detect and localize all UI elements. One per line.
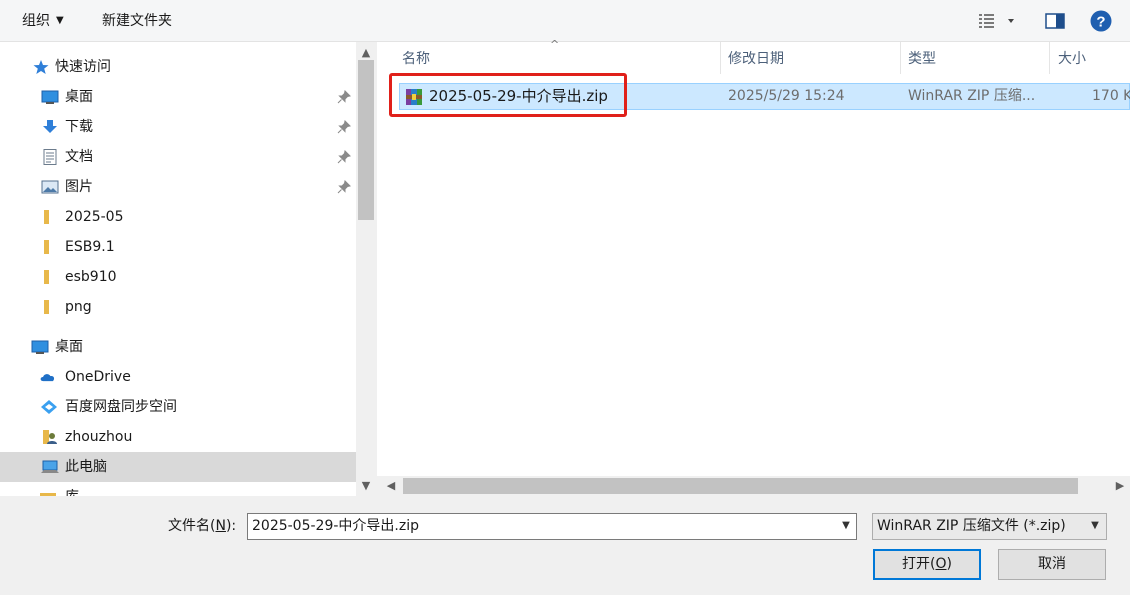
folder-icon: [44, 300, 49, 314]
nav-item-onedrive[interactable]: OneDrive: [0, 362, 356, 392]
pin-icon[interactable]: [337, 180, 351, 194]
cloud-icon: [40, 374, 55, 382]
nav-item-label: png: [65, 299, 92, 315]
desktop-icon: [41, 90, 59, 104]
nav-item-label: esb910: [65, 269, 117, 285]
nav-item-label: 桌面: [55, 339, 83, 355]
new-folder-button[interactable]: 新建文件夹: [102, 0, 172, 42]
folder-icon: [44, 240, 49, 254]
nav-item-downloads[interactable]: 下载: [0, 112, 356, 142]
scroll-right-icon[interactable]: ▶: [1110, 477, 1130, 495]
filename-label: 文件名(N):: [168, 518, 237, 534]
preview-pane-icon: [1045, 13, 1065, 29]
nav-item-desktop-root[interactable]: 桌面: [0, 332, 356, 362]
filename-input[interactable]: 2025-05-29-中介导出.zip: [247, 513, 857, 540]
open-button[interactable]: 打开(O): [873, 549, 981, 580]
help-icon: ?: [1090, 10, 1112, 32]
chevron-down-icon: ▼: [56, 15, 64, 26]
nav-item-label: zhouzhou: [65, 429, 133, 445]
nav-item-baidu-netdisk[interactable]: 百度网盘同步空间: [0, 392, 356, 422]
column-header-name[interactable]: 名称: [402, 44, 430, 74]
document-icon: [43, 149, 57, 165]
dialog-footer: [0, 496, 1130, 595]
nav-item-folder-2025-05[interactable]: 2025-05: [0, 202, 356, 232]
nav-item-label: 2025-05: [65, 209, 124, 225]
nav-item-pictures[interactable]: 图片: [0, 172, 356, 202]
nav-item-label: 此电脑: [65, 459, 107, 475]
svg-text:?: ?: [1096, 14, 1105, 31]
nav-item-folder-esb91[interactable]: ESB9.1: [0, 232, 356, 262]
column-header-size[interactable]: 大小: [1058, 44, 1086, 74]
nav-item-label: 百度网盘同步空间: [65, 399, 177, 415]
toolbar: 组织 ▼ 新建文件夹 ?: [0, 0, 1130, 42]
nav-item-folder-png[interactable]: png: [0, 292, 356, 322]
organize-label: 组织: [22, 13, 50, 29]
desktop-icon: [31, 340, 49, 354]
cancel-button[interactable]: 取消: [998, 549, 1106, 580]
nav-item-label: 库: [65, 482, 79, 496]
scroll-down-icon[interactable]: ▼: [356, 477, 376, 495]
filetype-select[interactable]: WinRAR ZIP 压缩文件 (*.zip): [872, 513, 1107, 540]
column-divider[interactable]: [720, 42, 721, 74]
hscrollbar-thumb[interactable]: [403, 478, 1078, 494]
column-header-type[interactable]: 类型: [908, 44, 936, 74]
scroll-left-icon[interactable]: ◀: [381, 477, 401, 495]
chevron-down-icon[interactable]: ▼: [838, 516, 854, 536]
annotation-highlight-box: [389, 73, 627, 117]
details-view-icon: [979, 14, 1014, 28]
pictures-icon: [41, 180, 59, 194]
nav-item-label: 下载: [65, 119, 93, 135]
column-header-modified[interactable]: 修改日期: [728, 44, 784, 74]
nav-item-documents[interactable]: 文档: [0, 142, 356, 172]
pin-icon[interactable]: [337, 150, 351, 164]
help-button[interactable]: ?: [1089, 8, 1113, 34]
navigation-pane: 快速访问 桌面 下载 文档 图片 2025-05 ESB9.1 esb910 p…: [0, 42, 356, 496]
folder-icon: [44, 270, 49, 284]
column-divider[interactable]: [900, 42, 901, 74]
pin-icon[interactable]: [337, 90, 351, 104]
nav-item-desktop[interactable]: 桌面: [0, 82, 356, 112]
nav-item-label: 快速访问: [55, 59, 111, 75]
organize-button[interactable]: 组织 ▼: [22, 0, 64, 42]
nav-item-label: 桌面: [65, 89, 93, 105]
nav-item-this-pc[interactable]: 此电脑: [0, 452, 356, 482]
nav-item-library[interactable]: 库: [0, 482, 356, 496]
sort-ascending-icon: ^: [550, 38, 560, 51]
nav-item-label: OneDrive: [65, 369, 131, 385]
pin-icon[interactable]: [337, 120, 351, 134]
baidu-netdisk-icon: [41, 400, 57, 414]
nav-item-label: 文档: [65, 149, 93, 165]
file-size: 170 K: [1092, 88, 1130, 104]
library-icon: [40, 493, 56, 496]
folder-icon: [44, 210, 49, 224]
preview-pane-button[interactable]: [1043, 8, 1067, 34]
nav-scrollbar-thumb[interactable]: [358, 60, 374, 220]
nav-item-user[interactable]: zhouzhou: [0, 422, 356, 452]
change-view-button[interactable]: [976, 8, 1020, 34]
file-modified: 2025/5/29 15:24: [728, 88, 845, 104]
nav-item-folder-esb910[interactable]: esb910: [0, 262, 356, 292]
star-icon: [33, 60, 49, 74]
nav-item-quick-access[interactable]: 快速访问: [0, 52, 356, 82]
column-divider[interactable]: [1049, 42, 1050, 74]
download-icon: [43, 120, 57, 133]
chevron-down-icon[interactable]: ▼: [1087, 516, 1103, 536]
file-type: WinRAR ZIP 压缩...: [908, 88, 1036, 104]
nav-item-label: 图片: [65, 179, 93, 195]
user-icon: [43, 430, 57, 444]
computer-icon: [41, 460, 59, 473]
nav-item-label: ESB9.1: [65, 239, 115, 255]
